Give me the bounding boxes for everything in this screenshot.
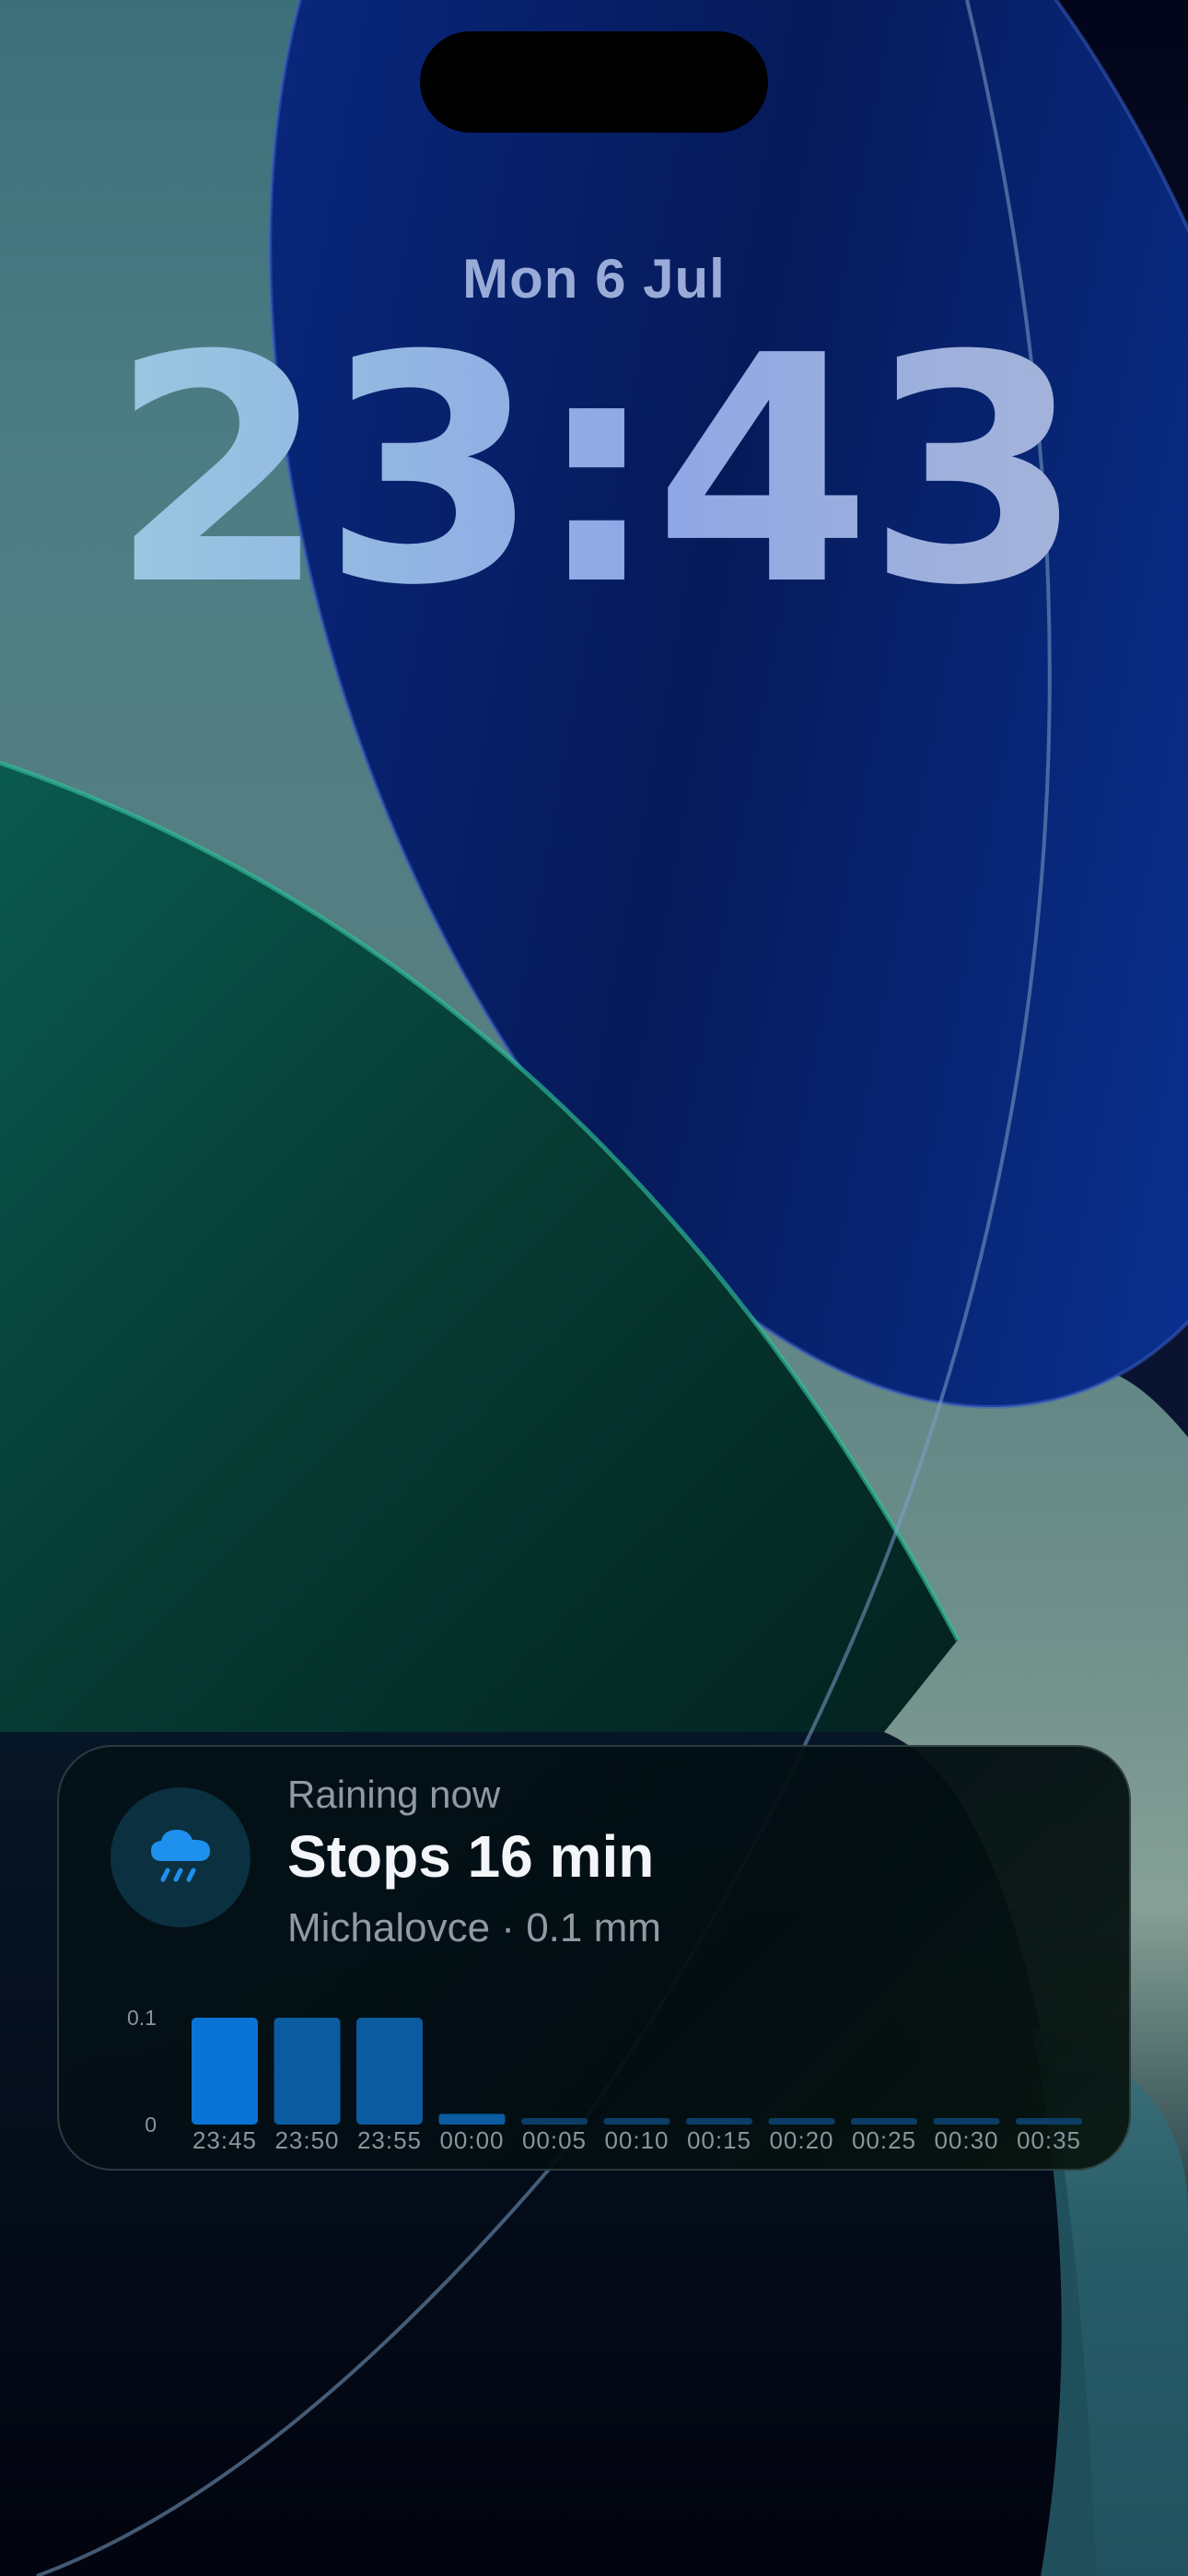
precip-bar [438,2113,506,2125]
x-tick-label: 23:45 [192,2126,257,2154]
precip-bar [1016,2118,1082,2125]
x-tick-label: 00:10 [604,2126,669,2154]
clock-time[interactable]: 23:43 [0,287,1188,656]
precip-bar [356,2018,423,2125]
x-tick-label: 00:35 [1017,2126,1081,2154]
x-tick-label: 00:25 [852,2126,916,2154]
precip-bar [192,2018,258,2125]
lock-screen: Mon 6 Jul 23:43 Raining now Stops 16 min… [0,0,1188,2576]
dynamic-island [420,31,768,133]
rain-forecast-widget[interactable]: Raining now Stops 16 min Michalovce · 0.… [57,1745,1131,2171]
precipitation-chart: 0.1 0 23:45 23:50 23:55 00:00 00:05 00:10 00:15 0… [127,2006,1082,2154]
x-tick-label: 00:15 [687,2126,751,2154]
y-tick-label: 0.1 [127,2006,157,2030]
precip-bar [274,2018,341,2125]
x-tick-label: 00:00 [439,2126,504,2154]
x-tick-label: 00:20 [769,2126,833,2154]
y-tick-label: 0 [145,2113,157,2137]
x-tick-label: 00:05 [522,2126,587,2154]
precip-bar [933,2118,1000,2125]
precip-bar [603,2118,670,2125]
precip-bar [851,2118,917,2125]
x-tick-label: 23:55 [357,2126,422,2154]
x-tick-label: 23:50 [274,2126,339,2154]
x-tick-label: 00:30 [934,2126,998,2154]
precip-bar [768,2118,835,2125]
precip-bar [521,2118,588,2125]
precip-bar [686,2118,752,2125]
